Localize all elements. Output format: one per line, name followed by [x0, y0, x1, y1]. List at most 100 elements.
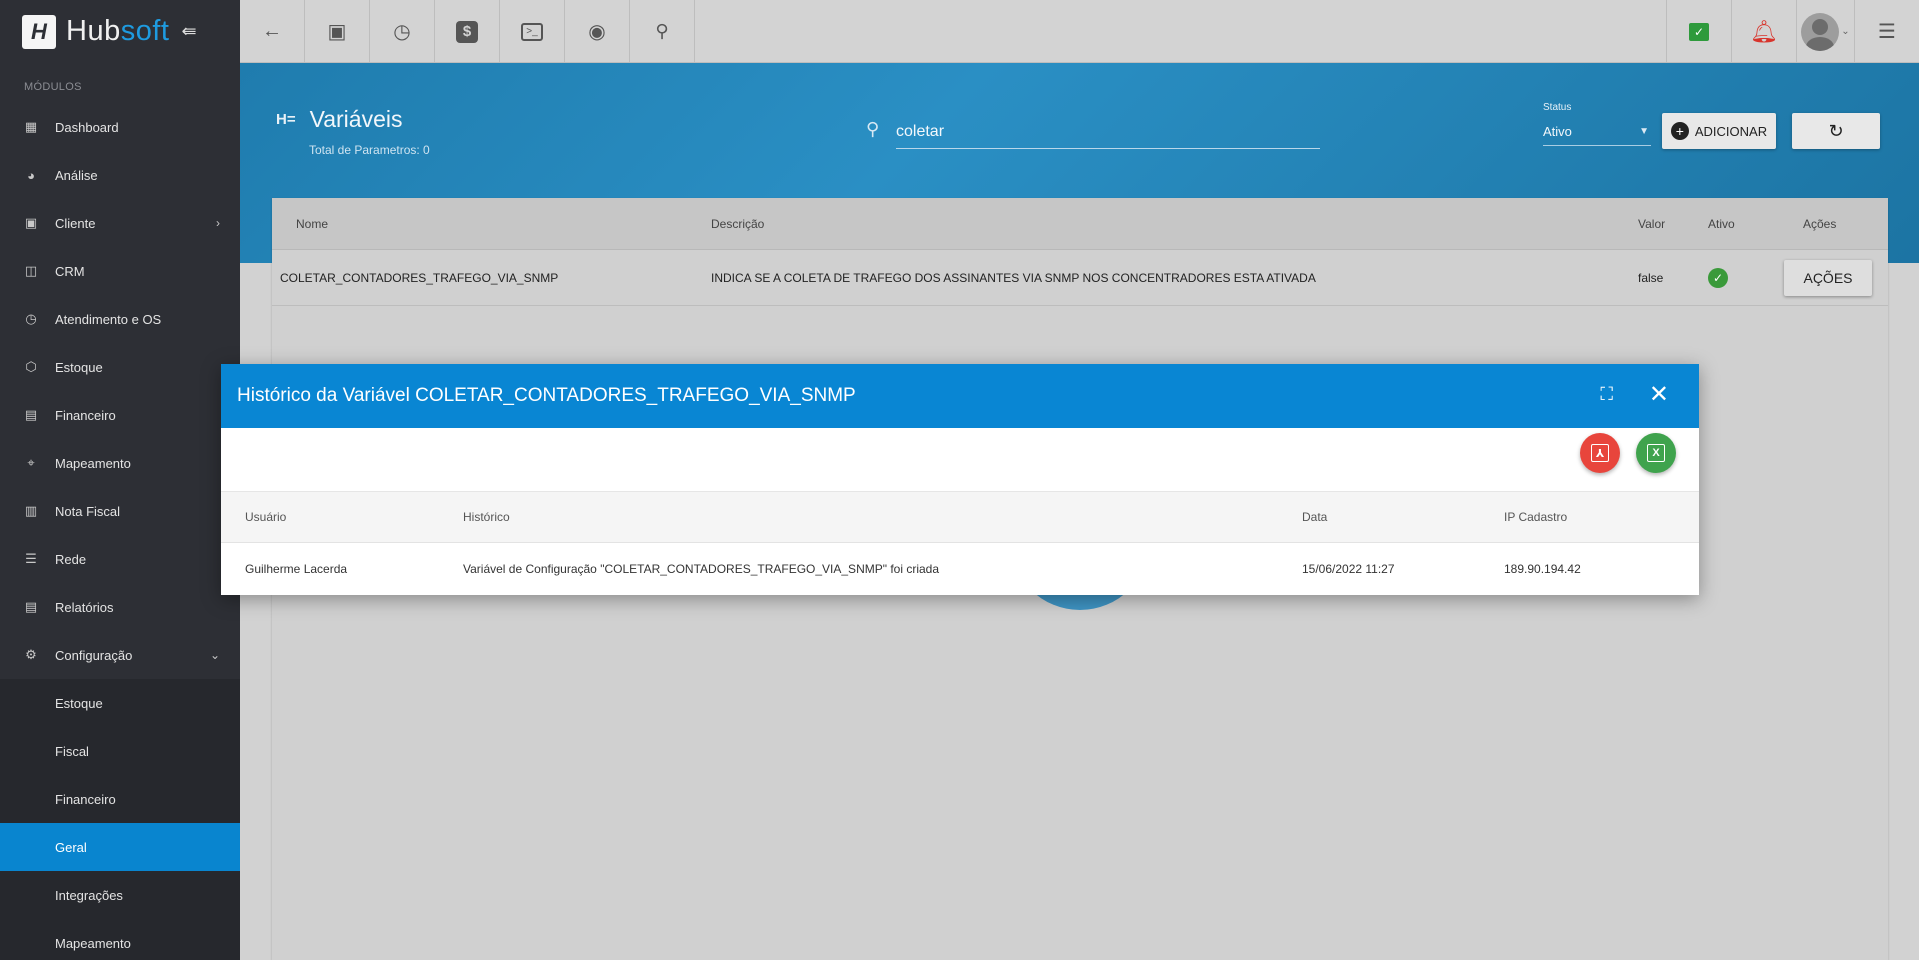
chat-button[interactable]: ✓ — [1666, 0, 1731, 63]
add-button[interactable]: + ADICIONAR — [1662, 113, 1776, 149]
gear-icon: ⚙ — [25, 647, 37, 662]
modal-toolbar: ⅄ X — [221, 428, 1699, 492]
chart-pie-icon: ◕ — [27, 167, 35, 183]
sidebar-item-crm[interactable]: ◫ CRM — [0, 247, 240, 295]
terminal-button[interactable]: >_ — [500, 0, 565, 63]
refresh-button[interactable]: ↻ — [1792, 113, 1880, 149]
server-icon: ☰ — [25, 551, 37, 566]
brand-name-part2: soft — [120, 15, 170, 47]
notifications-button[interactable]: 🔔︎ — [1731, 0, 1796, 63]
active-check-icon: ✓ — [1708, 267, 1728, 288]
user-menu[interactable]: ⌄ — [1796, 0, 1854, 63]
cell-usuario: Guilherme Lacerda — [245, 561, 348, 576]
sidebar-item-label: Nota Fiscal — [55, 503, 121, 519]
chevron-down-icon: ⌄ — [1841, 26, 1850, 37]
sidebar-item-mapeamento[interactable]: ⌖ Mapeamento — [0, 439, 240, 487]
sidebar-item-estoque[interactable]: ⬡ Estoque — [0, 343, 240, 391]
sidebar-item-cliente[interactable]: ▣ Cliente › — [0, 199, 240, 247]
cell-nome: COLETAR_CONTADORES_TRAFEGO_VIA_SNMP — [280, 270, 559, 285]
list-icon: ☰ — [1878, 21, 1896, 43]
export-pdf-button[interactable]: ⅄ — [1580, 433, 1620, 473]
search-input[interactable] — [896, 115, 1320, 149]
table-row: Guilherme Lacerda Variável de Configuraç… — [221, 543, 1699, 594]
close-icon[interactable]: ✕ — [1649, 380, 1669, 409]
brand-name: Hubsoft — [66, 15, 169, 48]
search-box: ⚲ — [866, 115, 1320, 150]
table-row: COLETAR_CONTADORES_TRAFEGO_VIA_SNMP INDI… — [272, 250, 1888, 306]
contact-button[interactable]: ▣ — [305, 0, 370, 63]
caret-down-icon: ▼ — [1639, 126, 1649, 137]
back-arrow-icon: ← — [262, 20, 282, 42]
modal-title: Histórico da Variável COLETAR_CONTADORES… — [237, 385, 856, 406]
search-button[interactable]: ⚲ — [630, 0, 695, 63]
cell-valor: false — [1638, 270, 1664, 285]
terminal-icon: >_ — [521, 22, 543, 41]
invoice-icon: ▥ — [24, 503, 38, 518]
column-descricao: Descrição — [711, 216, 765, 231]
sidebar-item-atendimento[interactable]: ◷ Atendimento e OS — [0, 295, 240, 343]
sidebar-item-dashboard[interactable]: ▦ Dashboard — [0, 103, 240, 151]
sidebar-item-nota-fiscal[interactable]: ▥ Nota Fiscal — [0, 487, 240, 535]
contact-card-icon: ▣ — [24, 215, 38, 230]
sidebar-item-label: Relatórios — [55, 599, 114, 615]
calendar-clock-icon: ◷ — [393, 21, 411, 43]
actions-button[interactable]: AÇÕES — [1784, 259, 1872, 296]
eye-icon: ◉ — [588, 21, 606, 43]
status-label: Status — [1543, 102, 1572, 113]
finance-button[interactable]: $ — [435, 0, 500, 63]
refresh-icon: ↻ — [1828, 120, 1844, 141]
brand-name-part1: Hub — [66, 15, 121, 47]
table-header: Nome Descrição Valor Ativo Ações — [272, 198, 1888, 250]
sidebar-item-analise[interactable]: ◕ Análise — [0, 151, 240, 199]
view-button[interactable]: ◉ — [565, 0, 630, 63]
sidebar-subitem-integracoes[interactable]: Integrações — [0, 871, 240, 919]
column-nome: Nome — [296, 216, 329, 231]
add-button-label: ADICIONAR — [1694, 123, 1768, 139]
chevron-right-icon: › — [216, 216, 220, 230]
avatar — [1801, 12, 1840, 51]
topbar-right: ✓ 🔔︎ ⌄ ☰ — [1666, 0, 1919, 63]
variables-icon: H= — [276, 111, 296, 128]
column-data: Data — [1302, 510, 1328, 524]
sidebar-item-configuracao[interactable]: ⚙ Configuração ⌄ — [0, 631, 240, 679]
topbar: ← ▣ ◷ $ >_ ◉ ⚲ ✓ 🔔︎ ⌄ ☰ — [240, 0, 1919, 63]
sidebar-item-financeiro[interactable]: ▤ Financeiro — [0, 391, 240, 439]
sidebar-item-label: Mapeamento — [55, 455, 131, 471]
modal-table-header: Usuário Histórico Data IP Cadastro — [221, 492, 1699, 543]
schedule-button[interactable]: ◷ — [370, 0, 435, 63]
status-select[interactable]: Ativo ▼ — [1543, 118, 1651, 146]
money-icon: ▤ — [24, 407, 38, 422]
export-excel-button[interactable]: X — [1636, 433, 1676, 473]
cell-historico: Variável de Configuração "COLETAR_CONTAD… — [463, 561, 940, 576]
chevron-down-icon: ⌄ — [209, 648, 220, 662]
sidebar-subitem-mapeamento[interactable]: Mapeamento — [0, 919, 240, 960]
column-ativo: Ativo — [1708, 216, 1735, 231]
sidebar-item-label: Configuração — [55, 647, 133, 663]
history-modal: Histórico da Variável COLETAR_CONTADORES… — [221, 364, 1699, 595]
sidebar-subitem-estoque[interactable]: Estoque — [0, 679, 240, 727]
sidebar-subitem-geral[interactable]: Geral — [0, 823, 240, 871]
report-icon: ▤ — [24, 599, 38, 614]
bell-alert-icon: 🔔︎ — [1750, 18, 1778, 44]
column-ip: IP Cadastro — [1504, 510, 1568, 524]
search-icon: ⚲ — [866, 119, 880, 139]
sidebar-item-label: Cliente — [55, 215, 96, 231]
sidebar-item-relatorios[interactable]: ▤ Relatórios — [0, 583, 240, 631]
page-title-text: Variáveis — [309, 106, 403, 132]
fullscreen-icon[interactable]: ⛶ — [1600, 384, 1613, 405]
pdf-icon: ⅄ — [1591, 444, 1609, 462]
back-button[interactable]: ← — [240, 0, 305, 63]
cell-data: 15/06/2022 11:27 — [1302, 561, 1395, 576]
status-value: Ativo — [1543, 124, 1572, 139]
map-pin-icon: ⌖ — [27, 455, 35, 470]
sidebar-subitem-fiscal[interactable]: Fiscal — [0, 727, 240, 775]
plus-icon: + — [1670, 122, 1689, 140]
brand-logo-icon: H — [22, 14, 56, 49]
sidebar-item-rede[interactable]: ☰ Rede — [0, 535, 240, 583]
box-icon: ⬡ — [25, 359, 37, 374]
column-usuario: Usuário — [245, 510, 287, 524]
menu-list-button[interactable]: ☰ — [1854, 0, 1919, 63]
sidebar-subitem-financeiro[interactable]: Financeiro — [0, 775, 240, 823]
brand: H Hubsoft ⇚ — [0, 0, 240, 63]
collapse-sidebar-icon[interactable]: ⇚ — [181, 21, 196, 42]
